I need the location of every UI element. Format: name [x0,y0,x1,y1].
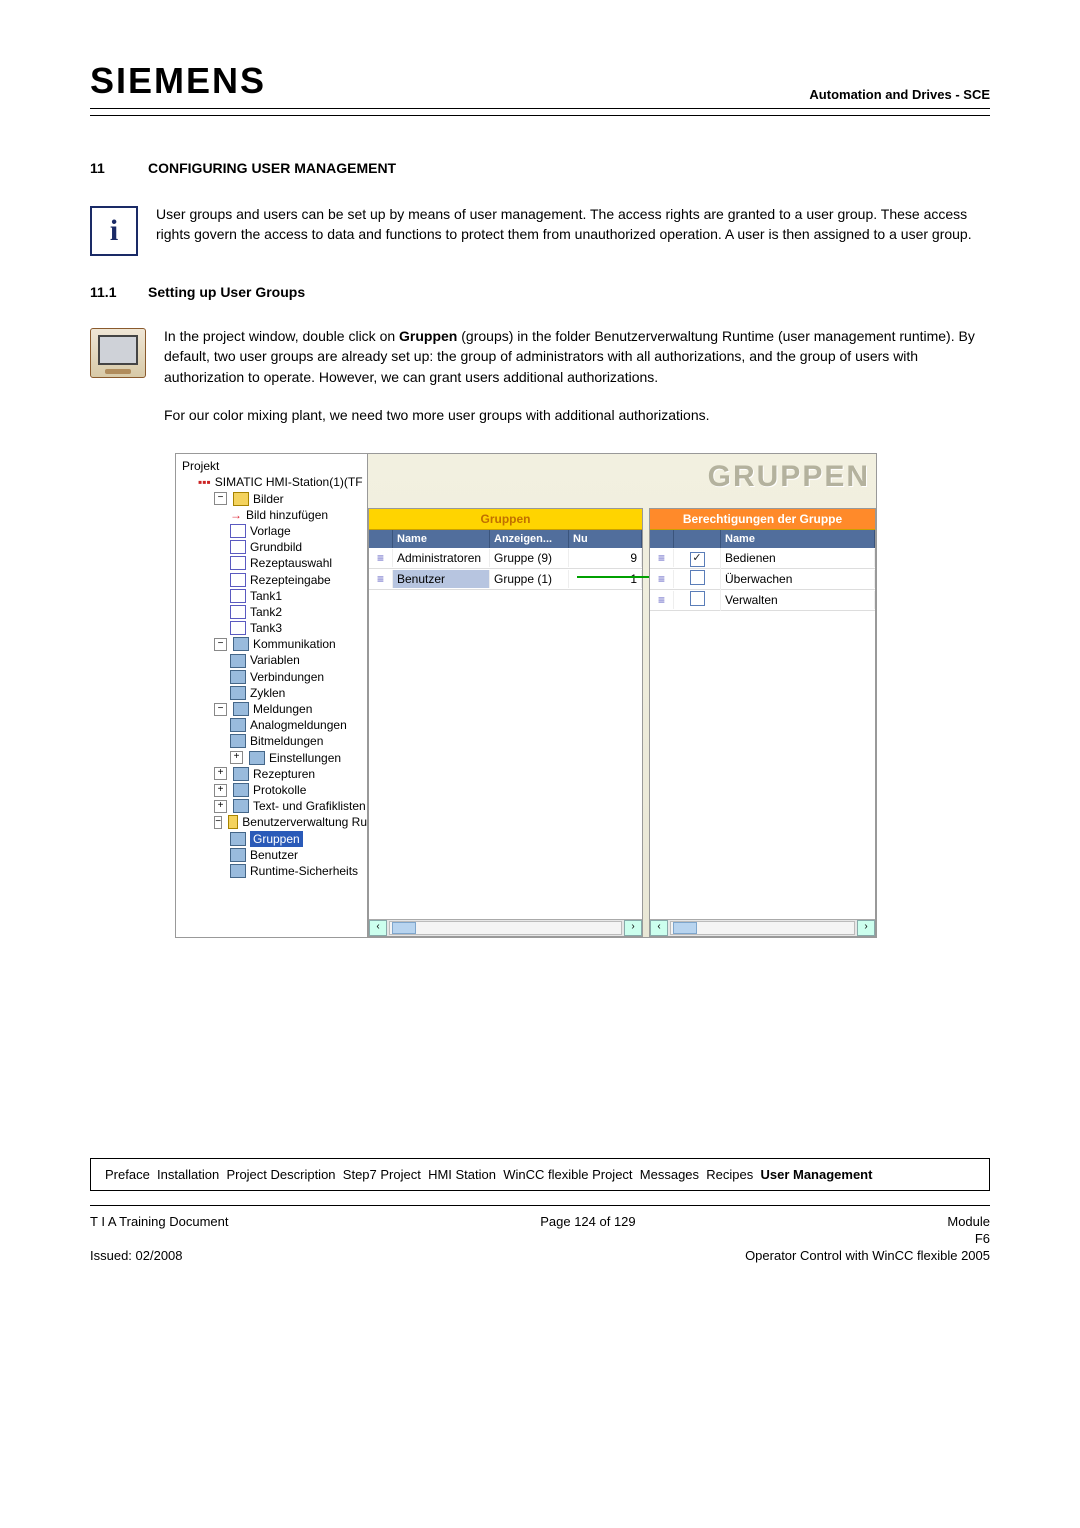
tree-benutzerverwaltung[interactable]: −Benutzerverwaltung Ru [214,814,367,830]
tree-textgraf[interactable]: +Text- und Grafiklisten [214,798,367,814]
scroll-right-icon[interactable]: › [624,920,642,936]
table-row[interactable]: ≡ Verwalten [650,590,875,611]
scroll-left-icon[interactable]: ‹ [369,920,387,936]
checkbox[interactable] [690,591,705,606]
siemens-logo: SIEMENS [90,60,266,102]
breadcrumb: Preface Installation Project Description… [90,1158,990,1191]
tree-item[interactable]: Tank3 [230,620,367,636]
tree-item[interactable]: Vorlage [230,523,367,539]
tree-item[interactable]: Analogmeldungen [230,717,367,733]
connector-line [577,576,649,578]
footer-right2: Operator Control with WinCC flexible 200… [745,1248,990,1263]
permissions-grid-header: Name [650,530,875,548]
section-number: 11 [90,160,122,176]
section-title: CONFIGURING USER MANAGEMENT [148,160,396,176]
tree-bilder[interactable]: −Bilder [214,491,367,507]
footer-right: Module [947,1214,990,1229]
tree-kommunikation[interactable]: −Kommunikation [214,636,367,652]
footer-center: Page 124 of 129 [540,1214,635,1229]
checkbox[interactable] [690,570,705,585]
groups-panel: Gruppen Name Anzeigen... Nu ≡ Administra… [368,508,643,937]
tree-item[interactable]: Zyklen [230,685,367,701]
tree-runtime-sicherheit[interactable]: Runtime-Sicherheits [230,863,367,879]
groups-panel-title: Gruppen [369,509,642,530]
tree-item[interactable]: Rezeptauswahl [230,555,367,571]
tree-item[interactable]: Grundbild [230,539,367,555]
tree-meldungen[interactable]: −Meldungen [214,701,367,717]
footer-left: T I A Training Document [90,1214,229,1229]
table-row[interactable]: ≡ Administratoren Gruppe (9) 9 [369,548,642,569]
subsection-number: 11.1 [90,284,122,300]
h-scrollbar[interactable]: ‹ › [650,919,875,936]
info-icon [90,206,138,256]
permissions-panel: Berechtigungen der Gruppe Name ≡ Bediene… [649,508,876,937]
table-row[interactable]: ≡ Benutzer Gruppe (1) 1 [369,569,642,590]
tree-item[interactable]: Bitmeldungen [230,733,367,749]
footer-issued: Issued: 02/2008 [90,1248,183,1263]
tree-item[interactable]: →Bild hinzufügen [230,507,367,523]
permissions-panel-title: Berechtigungen der Gruppe [650,509,875,530]
subsection-title: Setting up User Groups [148,284,305,300]
groups-grid-header: Name Anzeigen... Nu [369,530,642,548]
checkbox[interactable] [690,552,705,567]
tree-item[interactable]: Tank2 [230,604,367,620]
tree-root[interactable]: Projekt [182,458,367,474]
tree-protokolle[interactable]: +Protokolle [214,782,367,798]
tree-item[interactable]: Rezepteingabe [230,572,367,588]
monitor-icon [90,328,146,378]
tree-benutzer-item[interactable]: Benutzer [230,847,367,863]
table-row[interactable]: ≡ Bedienen [650,548,875,569]
header-right-text: Automation and Drives - SCE [809,87,990,102]
tree-station[interactable]: ▪▪▪SIMATIC HMI-Station(1)(TF [198,474,367,490]
panel-banner: GRUPPEN [708,460,870,494]
tree-gruppen[interactable]: Gruppen [230,831,367,847]
tree-item[interactable]: Verbindungen [230,669,367,685]
h-scrollbar[interactable]: ‹ › [369,919,642,936]
paragraph-1: In the project window, double click on G… [164,326,990,387]
tree-item[interactable]: Variablen [230,652,367,668]
tree-rezepturen[interactable]: +Rezepturen [214,766,367,782]
app-screenshot: Projekt ▪▪▪SIMATIC HMI-Station(1)(TF −Bi… [175,453,877,938]
scroll-left-icon[interactable]: ‹ [650,920,668,936]
tree-item[interactable]: Tank1 [230,588,367,604]
table-row[interactable]: ≡ Überwachen [650,569,875,590]
tree-item[interactable]: +Einstellungen [230,750,367,766]
project-tree[interactable]: Projekt ▪▪▪SIMATIC HMI-Station(1)(TF −Bi… [176,454,368,937]
footer-right-b: F6 [975,1231,990,1246]
scroll-right-icon[interactable]: › [857,920,875,936]
paragraph-2: For our color mixing plant, we need two … [164,405,990,425]
intro-paragraph: User groups and users can be set up by m… [156,204,990,256]
